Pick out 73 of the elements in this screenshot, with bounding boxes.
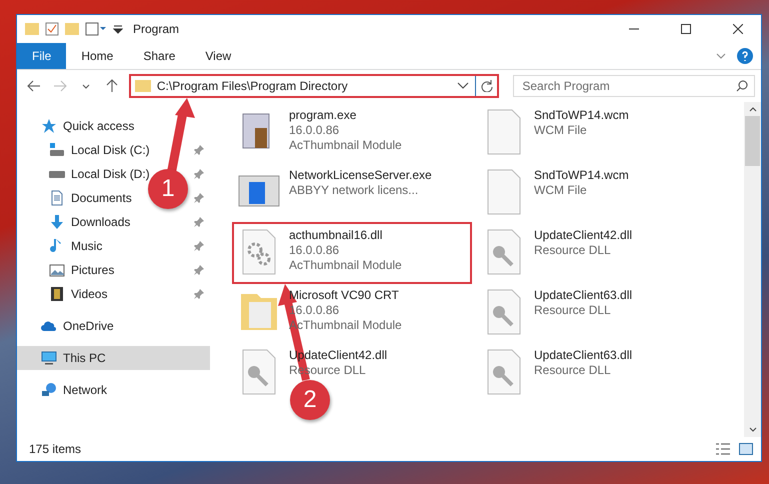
drive-icon <box>49 142 65 158</box>
forward-arrow-icon <box>52 80 67 92</box>
ribbon-tab[interactable]: Home <box>66 43 128 69</box>
pin-icon <box>194 265 204 275</box>
file-name[interactable]: SndToWP14.wcm <box>534 168 629 183</box>
file-detail: Resource DLL <box>534 243 612 258</box>
file-name[interactable]: UpdateClient63.dll <box>534 348 632 363</box>
pin-icon <box>194 169 204 179</box>
pin-icon <box>194 217 204 227</box>
sidebar-item[interactable]: Music <box>71 239 102 253</box>
file-detail: WCM File <box>534 183 588 198</box>
document-icon <box>49 190 65 206</box>
film-icon <box>49 286 65 302</box>
sidebar-item[interactable]: OneDrive <box>63 319 114 333</box>
pin-icon <box>194 289 204 299</box>
file-detail: AcThumbnail Module <box>289 258 402 273</box>
pin-icon <box>194 193 204 203</box>
file-name[interactable]: NetworkLicenseServer.exe <box>289 168 432 183</box>
drive-icon <box>49 170 65 178</box>
scrollbar[interactable] <box>744 102 761 437</box>
file-detail: 16.0.0.86 <box>289 123 340 138</box>
scroll-thumb[interactable] <box>745 116 760 166</box>
minimize-icon <box>629 28 639 30</box>
star-icon <box>41 118 57 134</box>
file-detail: Resource DLL <box>534 303 612 318</box>
sidebar-item[interactable]: Quick access <box>63 119 134 133</box>
folder-icon <box>134 79 151 93</box>
sidebar-item[interactable]: Downloads <box>71 215 130 229</box>
customize-caret-icon[interactable] <box>113 24 123 34</box>
file-detail: ABBYY network licens... <box>289 183 420 198</box>
caret-icon <box>82 84 90 88</box>
back-arrow-icon <box>26 80 41 92</box>
caret-icon[interactable] <box>457 82 470 90</box>
sidebar-item[interactable]: Local Disk (D:) <box>71 167 150 181</box>
search-field[interactable]: Search Program <box>513 75 755 97</box>
ribbon-tab[interactable]: View <box>190 43 246 69</box>
up-arrow-icon <box>106 79 118 93</box>
sidebar-item[interactable]: Local Disk (C:) <box>71 143 150 157</box>
file-detail: AcThumbnail Module <box>289 138 402 153</box>
sidebar-item[interactable]: Videos <box>71 287 108 301</box>
file-name[interactable]: program.exe <box>289 108 402 123</box>
search-icon <box>736 80 748 92</box>
view-options-icon[interactable] <box>85 22 107 36</box>
ribbon-tab[interactable]: File <box>17 43 66 69</box>
file-detail: Resource DLL <box>534 363 612 378</box>
file-detail: 16.0.0.86 <box>289 243 340 258</box>
pin-icon <box>194 241 204 251</box>
help-icon[interactable] <box>737 48 753 64</box>
ribbon-tab[interactable]: Share <box>128 43 190 69</box>
details-view-icon[interactable] <box>715 442 731 456</box>
sidebar-item[interactable]: Network <box>63 383 108 397</box>
file-detail: WCM File <box>534 123 588 138</box>
maximize-icon <box>681 24 691 34</box>
computer-icon <box>41 350 57 366</box>
refresh-icon <box>480 80 493 92</box>
download-icon <box>49 214 65 230</box>
address-bar[interactable]: C:\Program Files\Program Directory <box>128 74 500 98</box>
pictures-icon <box>49 262 65 278</box>
file-name[interactable]: UpdateClient42.dll <box>534 228 632 243</box>
close-icon <box>733 24 743 34</box>
sidebar-item[interactable]: Pictures <box>71 263 114 277</box>
item-count: 175 items <box>29 442 82 456</box>
properties-icon[interactable] <box>45 22 59 36</box>
pin-icon <box>194 145 204 155</box>
large-icons-view-icon[interactable] <box>739 443 753 455</box>
sidebar-item[interactable]: This PC <box>63 351 106 365</box>
file-name[interactable]: acthumbnail16.dll <box>289 228 402 243</box>
file-name[interactable]: SndToWP14.wcm <box>534 108 629 123</box>
file-name[interactable]: UpdateClient63.dll <box>534 288 632 303</box>
address-path: C:\Program Files\Program Directory <box>156 79 349 93</box>
window-title: Program <box>133 22 180 36</box>
network-icon <box>41 382 57 398</box>
sidebar-item[interactable]: Documents <box>71 191 132 205</box>
